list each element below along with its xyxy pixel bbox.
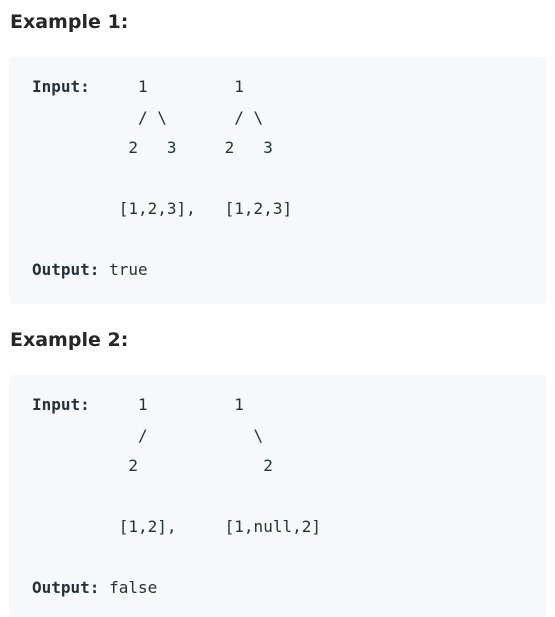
example-1-leaf-line: 2 3 2 3 <box>32 133 292 164</box>
example-2-heading: Example 2: <box>10 329 129 351</box>
example-1-heading: Example 1: <box>10 11 129 33</box>
example-1-input-line: Input: 1 1 <box>32 72 292 103</box>
tree-line: 2 3 2 3 <box>109 138 273 157</box>
example-2-branch-line: / \ <box>32 421 321 452</box>
example-2-code-block: Input: 1 1 / \ 2 2 [1,2], [1,null,2] Out… <box>9 375 546 617</box>
input-label: Input: <box>32 77 90 96</box>
tree-line: / \ / \ <box>109 107 264 127</box>
tree-line: 1 1 <box>89 395 244 414</box>
example-2-leaf-line: 2 2 <box>32 451 321 482</box>
example-2-code: Input: 1 1 / \ 2 2 [1,2], [1,null,2] Out… <box>32 390 321 604</box>
example-1-output-line: Output: true <box>32 255 292 286</box>
tree-line: 2 2 <box>109 456 273 475</box>
tree-line: / \ <box>109 425 264 445</box>
example-2-array-line: [1,2], [1,null,2] <box>32 512 321 543</box>
output-label: Output: <box>32 578 100 597</box>
output-label: Output: <box>32 260 100 279</box>
example-2-input-line: Input: 1 1 <box>32 390 321 421</box>
tree-array: [1,2,3], [1,2,3] <box>109 199 293 218</box>
tree-array: [1,2], [1,null,2] <box>109 517 321 536</box>
input-label: Input: <box>32 395 90 414</box>
example-1-code: Input: 1 1 / \ / \ 2 3 2 3 [1,2,3], [1,2… <box>32 72 292 286</box>
example-1-code-block: Input: 1 1 / \ / \ 2 3 2 3 [1,2,3], [1,2… <box>9 57 546 304</box>
example-2-output-line: Output: false <box>32 573 321 604</box>
example-1-branch-line: / \ / \ <box>32 103 292 134</box>
output-value: false <box>109 578 158 597</box>
tree-line: 1 1 <box>89 77 244 96</box>
output-value: true <box>109 260 148 279</box>
example-1-array-line: [1,2,3], [1,2,3] <box>32 194 292 225</box>
